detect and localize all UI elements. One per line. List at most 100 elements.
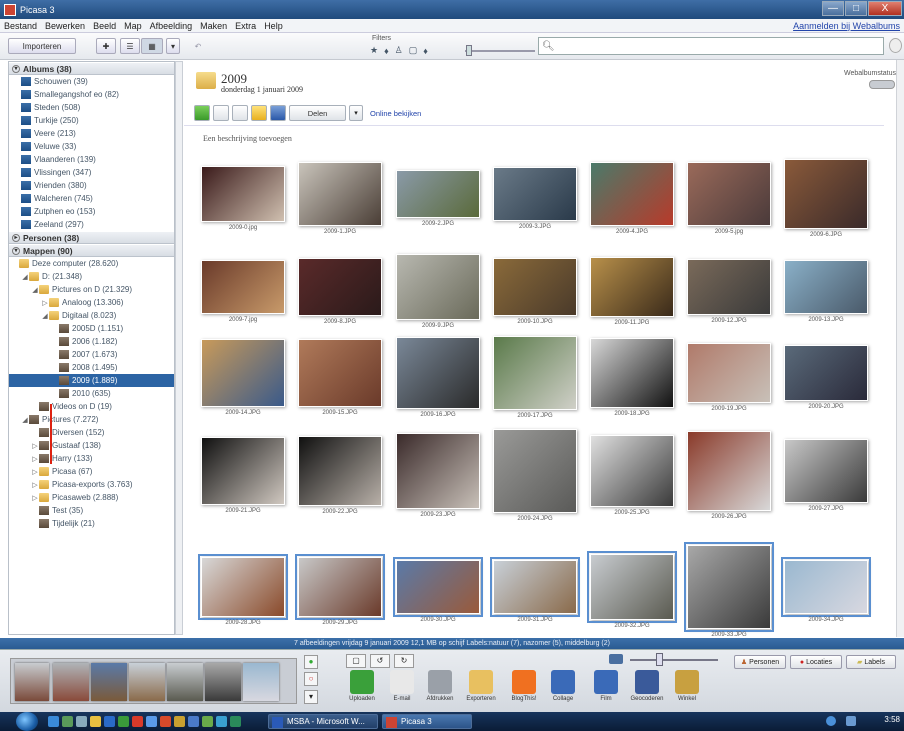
person-filter-icon[interactable]: ♙: [395, 45, 403, 56]
menu-bestand[interactable]: Bestand: [4, 21, 37, 31]
album-item[interactable]: Veere (213): [9, 127, 174, 140]
maximize-button[interactable]: □: [845, 1, 867, 16]
tray-thumb[interactable]: [243, 663, 279, 701]
thumbnail-size-slider[interactable]: [630, 659, 718, 661]
show-desktop-icon[interactable]: [48, 716, 59, 727]
photo-thumbnail[interactable]: [198, 554, 288, 620]
list-view-button[interactable]: ☰: [120, 38, 140, 54]
movie-filter-icon[interactable]: ▢: [409, 45, 418, 56]
ie-icon[interactable]: [104, 716, 115, 727]
photo-thumbnail[interactable]: [784, 159, 868, 229]
folders-section-header[interactable]: ▾ Mappen (90): [9, 244, 174, 257]
star-button[interactable]: [251, 105, 267, 121]
tray-geocoderen-button[interactable]: Geocoderen: [627, 670, 667, 702]
taskbar-word-button[interactable]: MSBA - Microsoft W...: [268, 714, 378, 729]
labels-button[interactable]: ▰ Labels: [846, 655, 896, 669]
photo-thumbnail[interactable]: [784, 439, 868, 503]
minimize-button[interactable]: —: [822, 1, 844, 16]
album-item[interactable]: Vlissingen (347): [9, 166, 174, 179]
left-panel-scrollbar[interactable]: [175, 61, 183, 635]
tray-thumb[interactable]: [15, 663, 49, 701]
photo-thumbnail[interactable]: [298, 258, 382, 316]
photo-thumbnail[interactable]: [493, 167, 577, 221]
photo-thumbnail[interactable]: [687, 162, 771, 226]
album-item[interactable]: Schouwen (39): [9, 75, 174, 88]
rotate-left-button[interactable]: ↺: [370, 654, 390, 668]
photo-thumbnail[interactable]: [298, 436, 382, 506]
quicklaunch-icon[interactable]: [216, 716, 227, 727]
locations-button[interactable]: ● Locaties: [790, 655, 842, 669]
album-item[interactable]: Vlaanderen (139): [9, 153, 174, 166]
photo-thumbnail[interactable]: [393, 557, 483, 617]
folder-tree-item[interactable]: 2010 (635): [9, 387, 174, 400]
album-item[interactable]: Turkije (250): [9, 114, 174, 127]
start-button[interactable]: [16, 712, 38, 731]
folder-tree-item[interactable]: 2009 (1.889): [9, 374, 174, 387]
photo-thumbnail[interactable]: [687, 259, 771, 315]
signin-link[interactable]: Aanmelden bij Webalbums: [793, 21, 900, 31]
folder-tree-item[interactable]: 2008 (1.495): [9, 361, 174, 374]
tray-thumb[interactable]: [91, 663, 127, 701]
photo-thumbnail[interactable]: [201, 166, 285, 222]
photo-thumbnail[interactable]: [590, 257, 674, 317]
folder-tree-item[interactable]: ▷ Gustaaf (138): [9, 439, 174, 452]
expand-toggle-icon[interactable]: ▷: [31, 468, 39, 476]
folder-tree-item[interactable]: ◢ Pictures on D (21.329): [9, 283, 174, 296]
photo-thumbnail[interactable]: [490, 557, 580, 617]
photo-thumbnail[interactable]: [784, 345, 868, 401]
view-online-link[interactable]: Online bekijken: [370, 109, 421, 118]
photo-grid-scrollbar[interactable]: [896, 60, 904, 637]
photo-thumbnail[interactable]: [201, 260, 285, 314]
photo-thumbnail[interactable]: [396, 254, 480, 320]
expand-toggle-icon[interactable]: ◢: [41, 312, 49, 320]
rotate-right-button[interactable]: ↻: [394, 654, 414, 668]
tray-collage-button[interactable]: Collage: [543, 670, 583, 702]
quicklaunch-icon[interactable]: [76, 716, 87, 727]
menu-bewerken[interactable]: Bewerken: [45, 21, 85, 31]
photo-thumbnail[interactable]: [396, 337, 480, 409]
expand-toggle-icon[interactable]: ▷: [31, 494, 39, 502]
photo-thumbnail[interactable]: [784, 260, 868, 314]
expand-toggle-icon[interactable]: ▷: [31, 442, 39, 450]
folder-tree-item[interactable]: ◢ Digitaal (8.023): [9, 309, 174, 322]
folder-tree-item[interactable]: Deze computer (28.620): [9, 257, 174, 270]
close-button[interactable]: X: [868, 1, 902, 16]
import-button[interactable]: Importeren: [8, 38, 76, 54]
quicklaunch-icon[interactable]: [62, 716, 73, 727]
save-button[interactable]: [270, 105, 286, 121]
add-to-album-button[interactable]: ✚: [96, 38, 116, 54]
share-dropdown-button[interactable]: ▾: [349, 105, 363, 121]
photo-thumbnail[interactable]: [396, 433, 480, 509]
album-item[interactable]: Vrienden (380): [9, 179, 174, 192]
folder-tree-item[interactable]: ◢ Pictures (7.272): [9, 413, 174, 426]
photo-thumbnail[interactable]: [298, 162, 382, 226]
expand-toggle-icon[interactable]: ◢: [21, 416, 29, 424]
menu-extra[interactable]: Extra: [235, 21, 256, 31]
quicklaunch-icon[interactable]: [230, 716, 241, 727]
expand-toggle-icon[interactable]: ◢: [31, 286, 39, 294]
photo-thumbnail[interactable]: [590, 162, 674, 226]
folder-tree-item[interactable]: Test (35): [9, 504, 174, 517]
expand-toggle-icon[interactable]: ◢: [21, 273, 29, 281]
people-button[interactable]: ♟ Personen: [734, 655, 786, 669]
star-filter-icon[interactable]: ★: [370, 45, 378, 56]
folder-properties-button[interactable]: [232, 105, 248, 121]
photo-thumbnail[interactable]: [587, 551, 677, 623]
quicklaunch-icon[interactable]: [174, 716, 185, 727]
photo-thumbnail[interactable]: [298, 339, 382, 407]
taskbar-picasa-button[interactable]: Picasa 3: [382, 714, 472, 729]
photo-thumbnail[interactable]: [295, 554, 385, 620]
album-item[interactable]: Smallegangshof eo (82): [9, 88, 174, 101]
photo-thumbnail[interactable]: [590, 435, 674, 507]
upload-filter-icon[interactable]: ♦: [384, 46, 389, 56]
photo-thumbnail[interactable]: [590, 338, 674, 408]
menu-beeld[interactable]: Beeld: [93, 21, 116, 31]
photo-thumbnail[interactable]: [687, 343, 771, 403]
folder-tree-item[interactable]: ◢ D: (21.348): [9, 270, 174, 283]
tray-blogthis-button[interactable]: BlogThis!: [504, 670, 544, 702]
albums-section-header[interactable]: ▾ Albums (38): [9, 62, 174, 75]
quicklaunch-icon[interactable]: [90, 716, 101, 727]
webalbum-status-toggle[interactable]: [869, 80, 895, 89]
menu-map[interactable]: Map: [124, 21, 142, 31]
people-section-header[interactable]: ▸ Personen (38): [9, 231, 174, 244]
